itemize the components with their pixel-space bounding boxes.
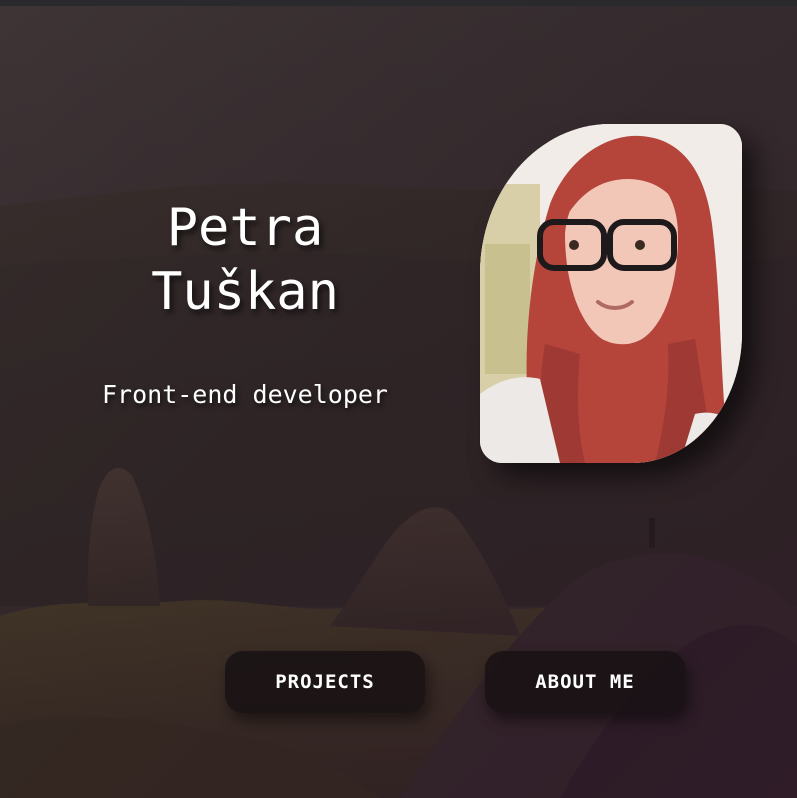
hero-name: Petra Tuškan xyxy=(95,196,395,324)
projects-button[interactable]: PROJECTS xyxy=(225,651,425,713)
hero-section: Petra Tuškan Front-end developer PROJECT… xyxy=(0,6,797,798)
profile-photo-illustration xyxy=(480,124,742,463)
about-me-button[interactable]: ABOUT ME xyxy=(485,651,685,713)
hero-name-first: Petra xyxy=(166,198,324,258)
hero-subtitle: Front-end developer xyxy=(102,380,388,409)
hero-name-last: Tuškan xyxy=(151,262,339,322)
profile-photo xyxy=(480,124,742,463)
